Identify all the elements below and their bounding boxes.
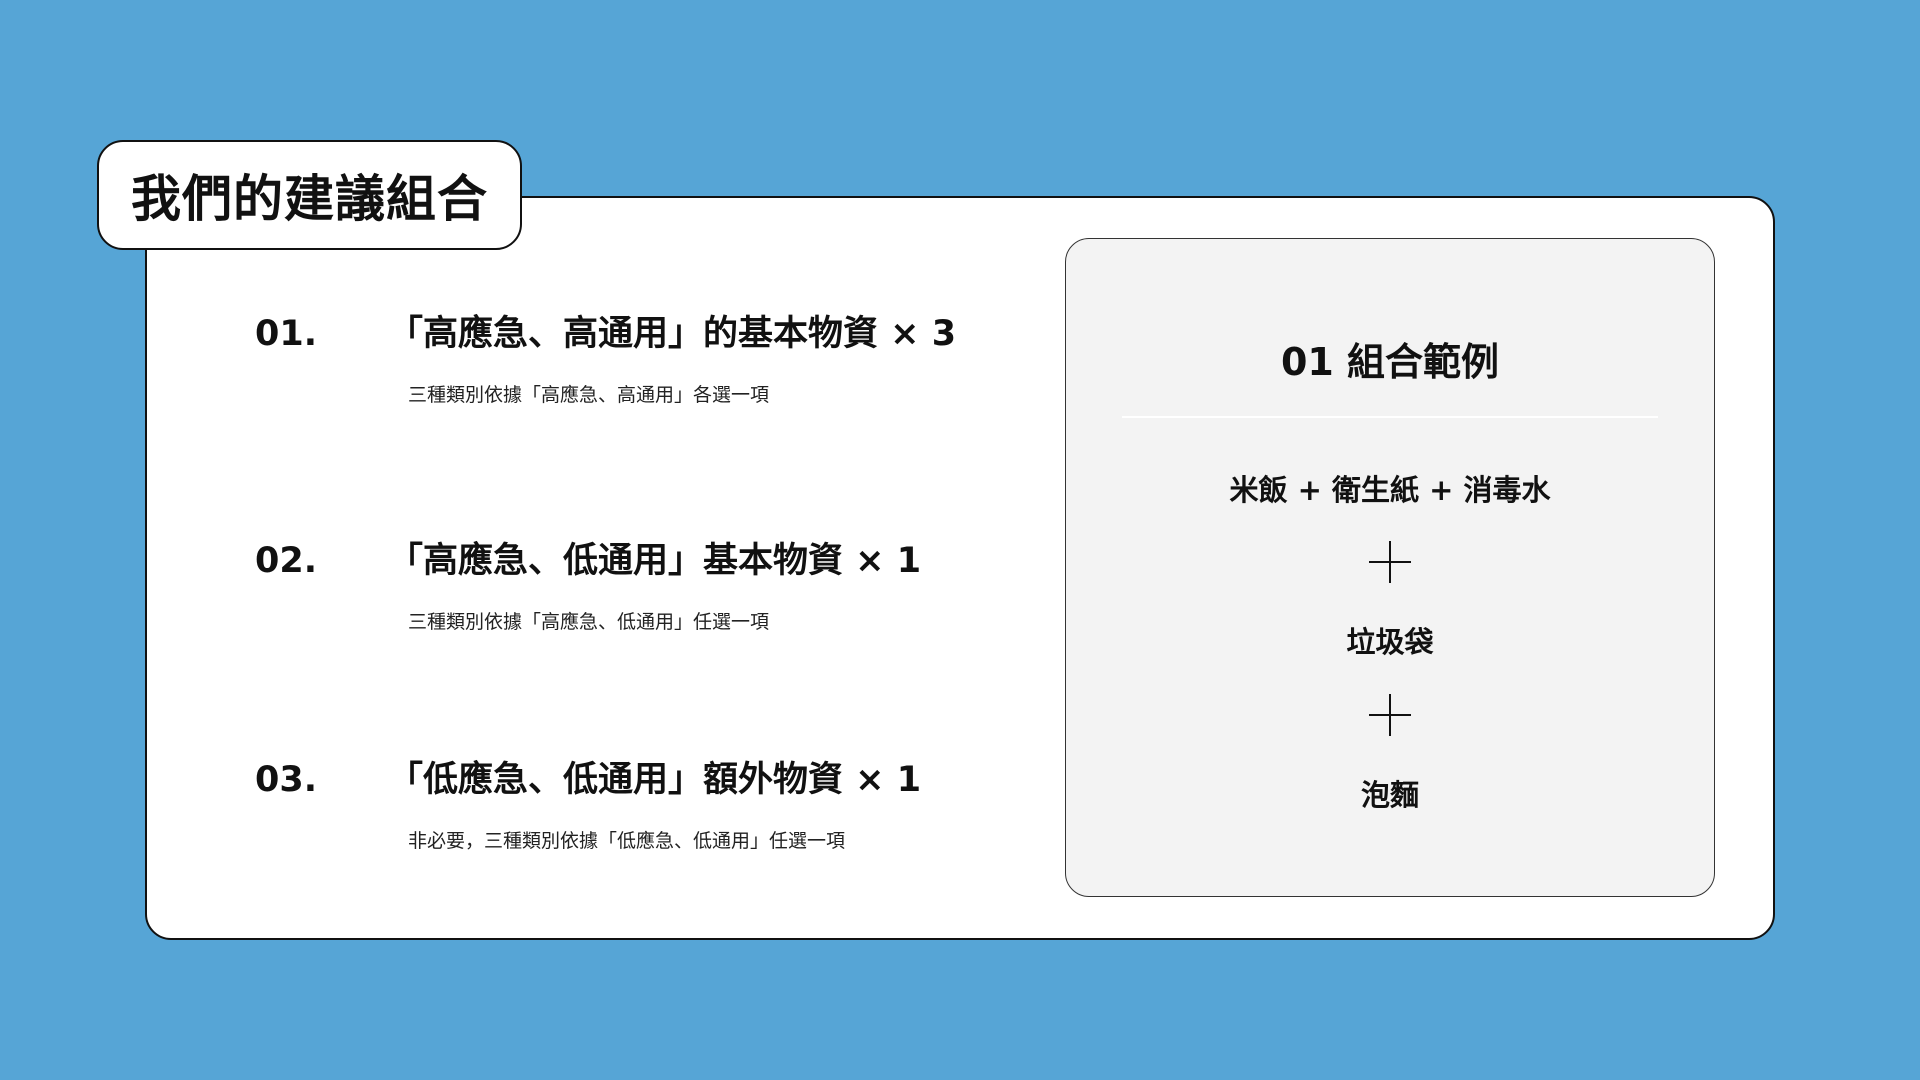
combo-line-1: 米飯 + 衛生紙 + 消毒水: [1229, 473, 1551, 507]
item-title: 「高應急、低通用」基本物資 × 1: [388, 541, 922, 581]
item-description: 三種類別依據「高應急、低通用」任選一項: [408, 611, 770, 633]
example-title: 01 組合範例: [1280, 340, 1500, 384]
page-title: 我們的建議組合: [131, 170, 488, 228]
plus-icon: [1369, 694, 1411, 736]
item-description: 非必要，三種類別依據「低應急、低通用」任選一項: [408, 830, 846, 852]
item-description: 三種類別依據「高應急、高通用」各選一項: [408, 384, 770, 406]
plus-icon: [1369, 541, 1411, 583]
item-number: 03.: [255, 760, 318, 800]
item-title: 「低應急、低通用」額外物資 × 1: [388, 760, 922, 800]
recommendation-item-1: 01. 「高應急、高通用」的基本物資 × 3 三種類別依據「高應急、高通用」各選…: [255, 305, 1075, 407]
combo-line-3: 泡麵: [1360, 778, 1419, 812]
combo-line-2: 垃圾袋: [1346, 625, 1434, 659]
item-number: 02.: [255, 541, 318, 581]
recommendation-item-3: 03. 「低應急、低通用」額外物資 × 1 非必要，三種類別依據「低應急、低通用…: [255, 751, 1075, 853]
item-title: 「高應急、高通用」的基本物資 × 3: [388, 314, 957, 354]
divider: [1122, 416, 1658, 418]
item-number: 01.: [255, 314, 318, 354]
recommendation-item-2: 02. 「高應急、低通用」基本物資 × 1 三種類別依據「高應急、低通用」任選一…: [255, 532, 1075, 634]
title-tab: 我們的建議組合: [97, 140, 522, 250]
example-panel: 01 組合範例 米飯 + 衛生紙 + 消毒水 垃圾袋 泡麵: [1065, 238, 1715, 897]
